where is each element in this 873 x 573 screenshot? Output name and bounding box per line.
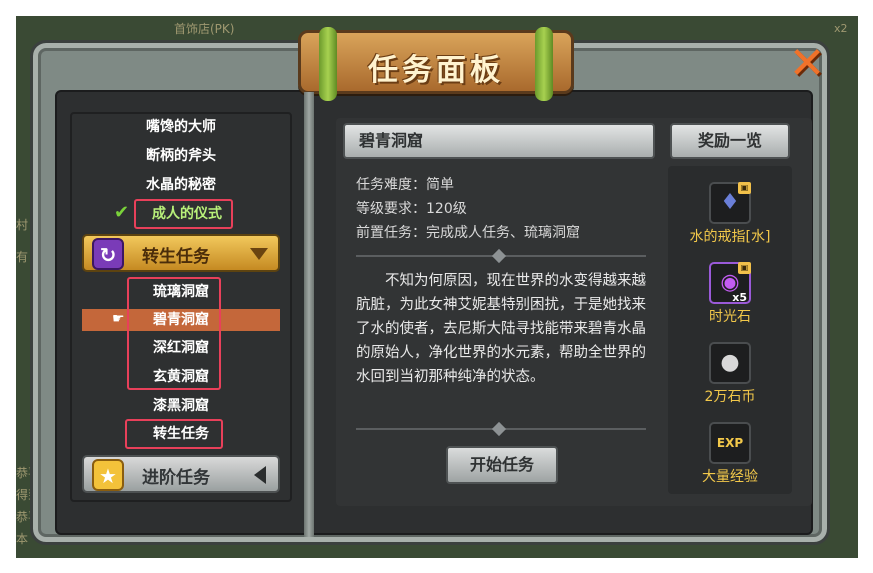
- exp-icon[interactable]: EXP: [709, 422, 751, 464]
- quest-title-bar: 碧青洞窟: [343, 123, 655, 159]
- quest-item[interactable]: 断柄的斧头: [70, 144, 292, 168]
- highlight-box: [127, 277, 221, 390]
- start-quest-button[interactable]: 开始任务: [446, 446, 558, 484]
- category-label: 进阶任务: [142, 468, 210, 488]
- panel-divider: [304, 92, 314, 537]
- separator: [356, 248, 646, 264]
- reward-glyph: ●: [720, 350, 740, 375]
- reward-quantity: x5: [732, 291, 747, 304]
- level-requirement-text: 等级要求：120级: [356, 201, 467, 217]
- reward-name: 大量经验: [702, 469, 758, 485]
- reward-name: 时光石: [709, 309, 751, 325]
- ring-icon[interactable]: ♦ ▣: [709, 182, 751, 224]
- difficulty-text: 任务难度：简单: [356, 177, 454, 193]
- star-icon: ★: [92, 459, 124, 491]
- lock-icon: ▣: [738, 262, 751, 274]
- close-icon[interactable]: ✕: [785, 42, 829, 86]
- lock-icon: ▣: [738, 182, 751, 194]
- quest-item[interactable]: 嘴馋的大师: [70, 115, 292, 139]
- multiplier-badge: x2: [834, 22, 848, 35]
- expand-arrow-icon: [250, 248, 268, 260]
- quest-item[interactable]: 漆黑洞窟: [70, 394, 292, 418]
- title-plate: 任务面板: [298, 27, 574, 101]
- prerequisite-text: 前置任务：完成成人任务、琉璃洞窟: [356, 225, 580, 241]
- rebirth-category-button[interactable]: ↻ 转生任务: [82, 234, 280, 272]
- chat-line: 村: [16, 218, 29, 232]
- purple-stone-icon[interactable]: ◉ ▣ x5: [709, 262, 751, 304]
- reward-overview-button[interactable]: 奖励一览: [670, 123, 790, 159]
- chat-line: 本: [16, 532, 29, 546]
- reward-glyph: EXP: [716, 436, 744, 450]
- advance-category-button[interactable]: ★ 进阶任务: [82, 455, 280, 493]
- category-label: 转生任务: [142, 247, 210, 267]
- chat-top-text: 首饰店(PK): [174, 22, 235, 36]
- collapse-arrow-icon: [254, 466, 266, 484]
- separator: [356, 421, 646, 437]
- reward-name: 2万石币: [704, 389, 756, 405]
- quest-description: 不知为何原因，现在世界的水变得越来越肮脏，为此女神艾妮基特别困扰，于是她找来了水…: [356, 273, 646, 385]
- window-title: 任务面板: [368, 53, 504, 88]
- rebirth-cycle-icon: ↻: [92, 238, 124, 270]
- quest-item[interactable]: 水晶的秘密: [70, 173, 292, 197]
- stone-coin-icon[interactable]: ●: [709, 342, 751, 384]
- reward-glyph: ♦: [720, 190, 740, 215]
- highlight-box: [134, 199, 233, 229]
- chat-line: 有: [16, 250, 29, 264]
- reward-name: 水的戒指[水]: [689, 229, 771, 245]
- highlight-box: [125, 419, 223, 449]
